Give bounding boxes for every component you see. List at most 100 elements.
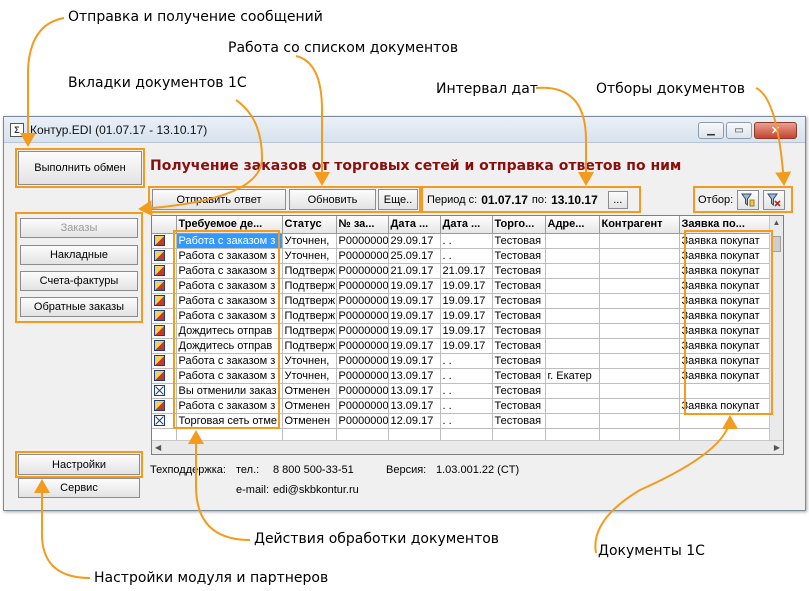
table-row[interactable]: Работа с заказом з Отменен P0000000 13.09.1… xyxy=(152,398,772,414)
cell-status: Подтверж xyxy=(282,338,337,354)
row-icon-cell xyxy=(152,233,177,249)
table-row[interactable]: Торговая сеть отме Отменен P0000000 12.09.1… xyxy=(152,413,772,429)
column-header-1c-doc[interactable]: Заявка по... xyxy=(679,216,772,234)
period-to-value[interactable]: 13.10.17 xyxy=(551,193,598,207)
send-reply-button[interactable]: Отправить ответ xyxy=(152,189,286,210)
cell-network: Тестовая xyxy=(492,263,546,279)
cell-date2: 19.09.17 xyxy=(440,308,493,324)
more-button[interactable]: Еще.. xyxy=(378,189,418,210)
cell-action[interactable]: Работа с заказом з xyxy=(176,293,283,309)
cell-date2: . . xyxy=(440,413,493,429)
cell-action[interactable]: Работа с заказом з xyxy=(176,398,283,414)
tab-orders[interactable]: Заказы xyxy=(20,218,138,238)
cell-address xyxy=(545,308,600,324)
table-row[interactable]: Работа с заказом з Подтверж P0000000 19.09.… xyxy=(152,308,772,324)
scroll-left-icon[interactable]: ◀ xyxy=(155,443,161,452)
cell-action[interactable]: Работа с заказом з xyxy=(176,263,283,279)
cell-1c-doc: Заявка покупат xyxy=(679,398,772,414)
page-title: Получение заказов от торговых сетей и от… xyxy=(150,158,682,174)
cell-1c-doc: Заявка покупат xyxy=(679,323,772,339)
documents-table[interactable]: Требуемое де... Статус № за... Дата ... … xyxy=(151,215,784,455)
cell-action[interactable]: Работа с заказом з xyxy=(176,248,283,264)
cell-status: Подтверж xyxy=(282,263,337,279)
filter-set-button[interactable] xyxy=(737,189,760,210)
run-exchange-button[interactable]: Выполнить обмен xyxy=(18,151,142,185)
cell-1c-doc: Заявка покупат xyxy=(679,293,772,309)
version-value: 1.03.001.22 (CT) xyxy=(436,464,520,476)
cell-network: Тестовая xyxy=(492,278,546,294)
order-doc-icon xyxy=(154,295,165,307)
column-header-status[interactable]: Статус xyxy=(282,216,337,234)
cell-date1: 21.09.17 xyxy=(388,263,441,279)
table-row[interactable]: Работа с заказом з Подтверж P0000000 19.09.… xyxy=(152,293,772,309)
column-header-address[interactable]: Адре... xyxy=(545,216,600,234)
row-icon-cell xyxy=(152,323,177,339)
window-title: Контур.EDI (01.07.17 - 13.10.17) xyxy=(30,123,208,137)
column-header-action[interactable]: Требуемое де... xyxy=(176,216,283,234)
table-row[interactable]: Работа с заказом з Уточнен, P0000000 25.09.… xyxy=(152,248,772,264)
column-header-counterparty[interactable]: Контрагент xyxy=(599,216,680,234)
table-row[interactable]: Дождитесь отправ Подтверж P0000000 19.09.17… xyxy=(152,338,772,354)
cell-date1: 19.09.17 xyxy=(388,278,441,294)
filter-clear-button[interactable] xyxy=(763,189,786,210)
cell-action[interactable]: Дождитесь отправ xyxy=(176,323,283,339)
row-icon-cell xyxy=(152,353,177,369)
table-row[interactable]: Вы отменили заказ Отменен P0000000 13.09.17… xyxy=(152,383,772,399)
cell-date2: . . xyxy=(440,383,493,399)
close-button[interactable]: ✕ xyxy=(754,122,797,139)
scroll-up-icon[interactable]: ▲ xyxy=(770,216,783,230)
cell-address xyxy=(545,263,600,279)
phone-value: 8 800 500-33-51 xyxy=(273,464,354,476)
minimize-icon: ▁ xyxy=(707,125,715,136)
column-header-number[interactable]: № за... xyxy=(336,216,389,234)
table-row[interactable]: Работа с заказом з Уточнен, P0000000 19.09.… xyxy=(152,353,772,369)
cell-action[interactable]: Торговая сеть отме xyxy=(176,413,283,429)
callout-filters: Отборы документов xyxy=(596,81,746,97)
minimize-button[interactable]: ▁ xyxy=(698,122,724,139)
cell-action[interactable]: Работа с заказом з xyxy=(176,353,283,369)
cell-address xyxy=(545,383,600,399)
row-icon-cell xyxy=(152,398,177,414)
cell-number: P0000000 xyxy=(336,233,389,249)
cell-action[interactable]: Работа с заказом з xyxy=(176,233,283,249)
column-header-date1[interactable]: Дата ... xyxy=(388,216,441,234)
table-row[interactable]: Работа с заказом з Уточнен, P0000000 29.09.… xyxy=(152,233,772,249)
period-from-value[interactable]: 01.07.17 xyxy=(481,193,528,207)
vertical-scrollbar[interactable]: ▲ xyxy=(769,216,783,440)
maximize-button[interactable]: ▭ xyxy=(726,122,752,139)
tab-reverse-orders[interactable]: Обратные заказы xyxy=(20,297,138,317)
table-row[interactable]: Работа с заказом з Уточнен, P0000000 13.09.… xyxy=(152,368,772,384)
cell-action[interactable]: Работа с заказом з xyxy=(176,308,283,324)
title-bar[interactable]: Σ Контур.EDI (01.07.17 - 13.10.17) ▁ ▭ ✕ xyxy=(4,117,805,143)
email-value[interactable]: edi@skbkontur.ru xyxy=(273,484,359,496)
cell-counterparty xyxy=(599,353,680,369)
cell-action[interactable]: Вы отменили заказ xyxy=(176,383,283,399)
cell-date1: 19.09.17 xyxy=(388,323,441,339)
settings-button[interactable]: Настройки xyxy=(18,454,140,475)
column-header-network[interactable]: Торго... xyxy=(492,216,546,234)
table-row[interactable]: Работа с заказом з Подтверж P0000000 19.09.… xyxy=(152,278,772,294)
refresh-button[interactable]: Обновить xyxy=(289,189,376,210)
table-row[interactable]: Дождитесь отправ Подтверж P0000000 19.09.17… xyxy=(152,323,772,339)
cell-action[interactable]: Работа с заказом з xyxy=(176,368,283,384)
period-range: Период с: 01.07.17 по: 13.10.17 ... xyxy=(423,188,641,211)
tab-tax-invoices[interactable]: Счета-фактуры xyxy=(20,271,138,291)
period-pick-button[interactable]: ... xyxy=(607,190,628,209)
cell-date1: 19.09.17 xyxy=(388,293,441,309)
column-header-icon[interactable] xyxy=(152,216,177,234)
horizontal-scrollbar[interactable]: ◀ ▶ xyxy=(152,440,783,454)
cell-number: P0000000 xyxy=(336,338,389,354)
cell-action[interactable]: Дождитесь отправ xyxy=(176,338,283,354)
scroll-right-icon[interactable]: ▶ xyxy=(774,443,780,452)
cell-address xyxy=(545,278,600,294)
cell-network: Тестовая xyxy=(492,398,546,414)
table-row[interactable]: Работа с заказом з Подтверж P0000000 21.09.… xyxy=(152,263,772,279)
order-doc-icon xyxy=(154,340,165,352)
tab-invoices[interactable]: Накладные xyxy=(20,245,138,265)
service-button[interactable]: Сервис xyxy=(18,478,140,498)
scroll-thumb[interactable] xyxy=(772,236,781,252)
cell-1c-doc: Заявка покупат xyxy=(679,308,772,324)
cell-status: Отменен xyxy=(282,413,337,429)
column-header-date2[interactable]: Дата ... xyxy=(440,216,493,234)
cell-action[interactable]: Работа с заказом з xyxy=(176,278,283,294)
